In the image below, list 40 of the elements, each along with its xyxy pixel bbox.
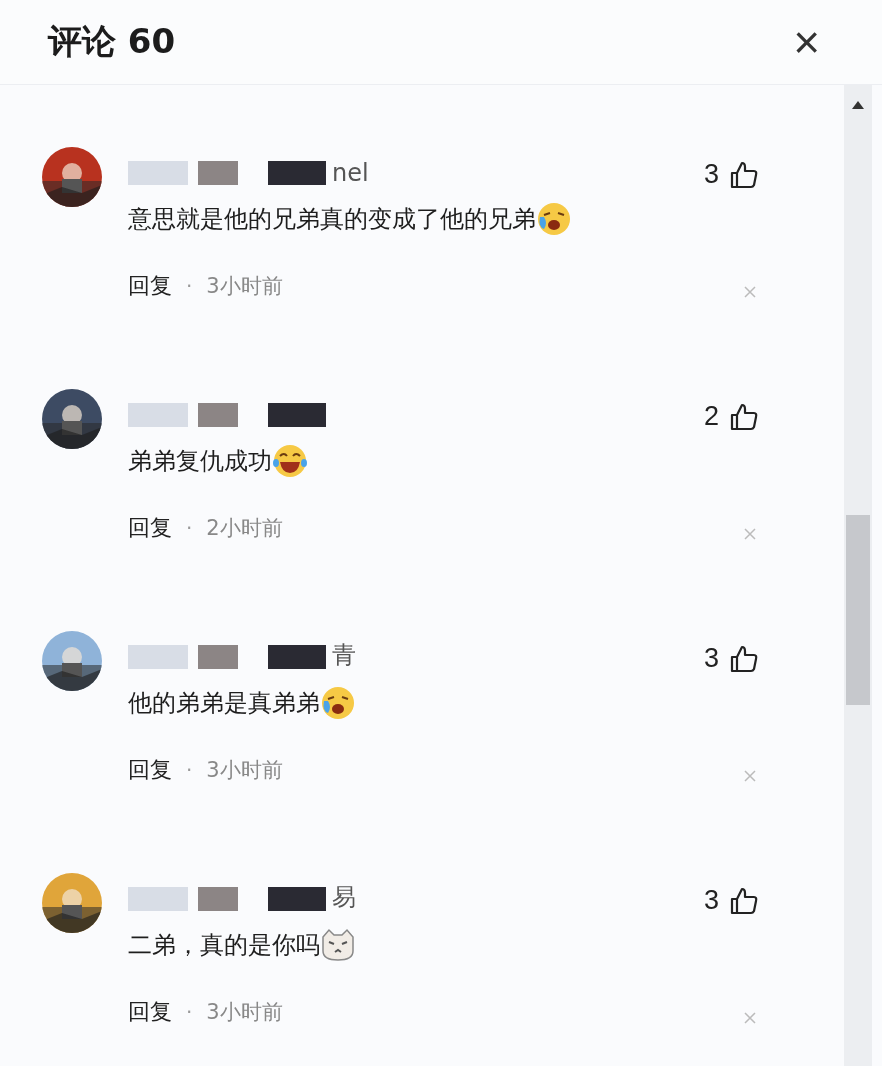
close-icon[interactable] (744, 770, 756, 782)
crying-face-icon (320, 685, 356, 721)
close-icon[interactable] (744, 1012, 756, 1024)
user-name: 青 (332, 640, 356, 671)
comment-text: 意思就是他的兄弟真的变成了他的兄弟 (128, 204, 536, 235)
comment-text: 他的弟弟是真弟弟 (128, 688, 320, 719)
comment-time: 3小时前 (206, 757, 283, 784)
comment-text: 弟弟复仇成功 (128, 446, 272, 477)
separator-dot: · (186, 1000, 193, 1024)
cat-face-icon (320, 927, 356, 963)
scroll-up-icon[interactable] (852, 101, 864, 109)
crying-face-icon (536, 201, 572, 237)
separator-dot: · (186, 516, 193, 540)
like-button[interactable]: 3 (704, 643, 760, 674)
laughing-face-icon (272, 443, 308, 479)
comment-time: 2小时前 (206, 515, 283, 542)
user-name: 易 (332, 882, 356, 913)
scrollbar-thumb[interactable] (846, 515, 870, 705)
close-icon[interactable] (744, 286, 756, 298)
scrollbar[interactable] (844, 85, 872, 1066)
comment-time: 3小时前 (206, 999, 283, 1026)
reply-button[interactable]: 回复 (128, 513, 172, 543)
like-button[interactable]: 2 (704, 401, 760, 432)
separator-dot: · (186, 758, 193, 782)
like-button[interactable]: 3 (704, 885, 760, 916)
close-icon[interactable] (744, 528, 756, 540)
thumbs-up-icon (729, 401, 760, 432)
close-button[interactable]: × (793, 19, 820, 65)
thumbs-up-icon (729, 159, 760, 190)
comment-text: 二弟，真的是你吗 (128, 930, 320, 961)
reply-button[interactable]: 回复 (128, 271, 172, 301)
thumbs-up-icon (729, 885, 760, 916)
comment-time: 3小时前 (206, 273, 283, 300)
thumbs-up-icon (729, 643, 760, 674)
like-button[interactable]: 3 (704, 159, 760, 190)
reply-button[interactable]: 回复 (128, 997, 172, 1027)
user-name: nel (332, 159, 369, 187)
panel-title: 评论 60 (48, 20, 176, 63)
separator-dot: · (186, 274, 193, 298)
reply-button[interactable]: 回复 (128, 755, 172, 785)
